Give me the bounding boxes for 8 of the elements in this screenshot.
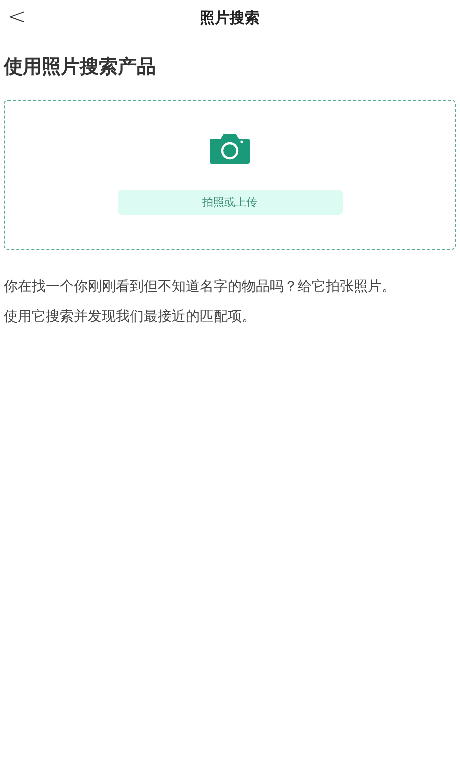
upload-area[interactable]: 拍照或上传 <box>4 100 456 250</box>
description-text: 使用它搜索并发现我们最接近的匹配项。 <box>4 308 257 327</box>
section-heading: 使用照片搜索产品 <box>4 55 157 80</box>
back-button[interactable]: < <box>4 7 44 29</box>
camera-icon <box>210 133 250 164</box>
upload-button[interactable]: 拍照或上传 <box>118 190 342 215</box>
description-text: 你在找一个你刚刚看到但不知道名字的物品吗？给它拍张照片。 <box>4 278 397 297</box>
page-title: 照片搜索 <box>199 8 261 28</box>
